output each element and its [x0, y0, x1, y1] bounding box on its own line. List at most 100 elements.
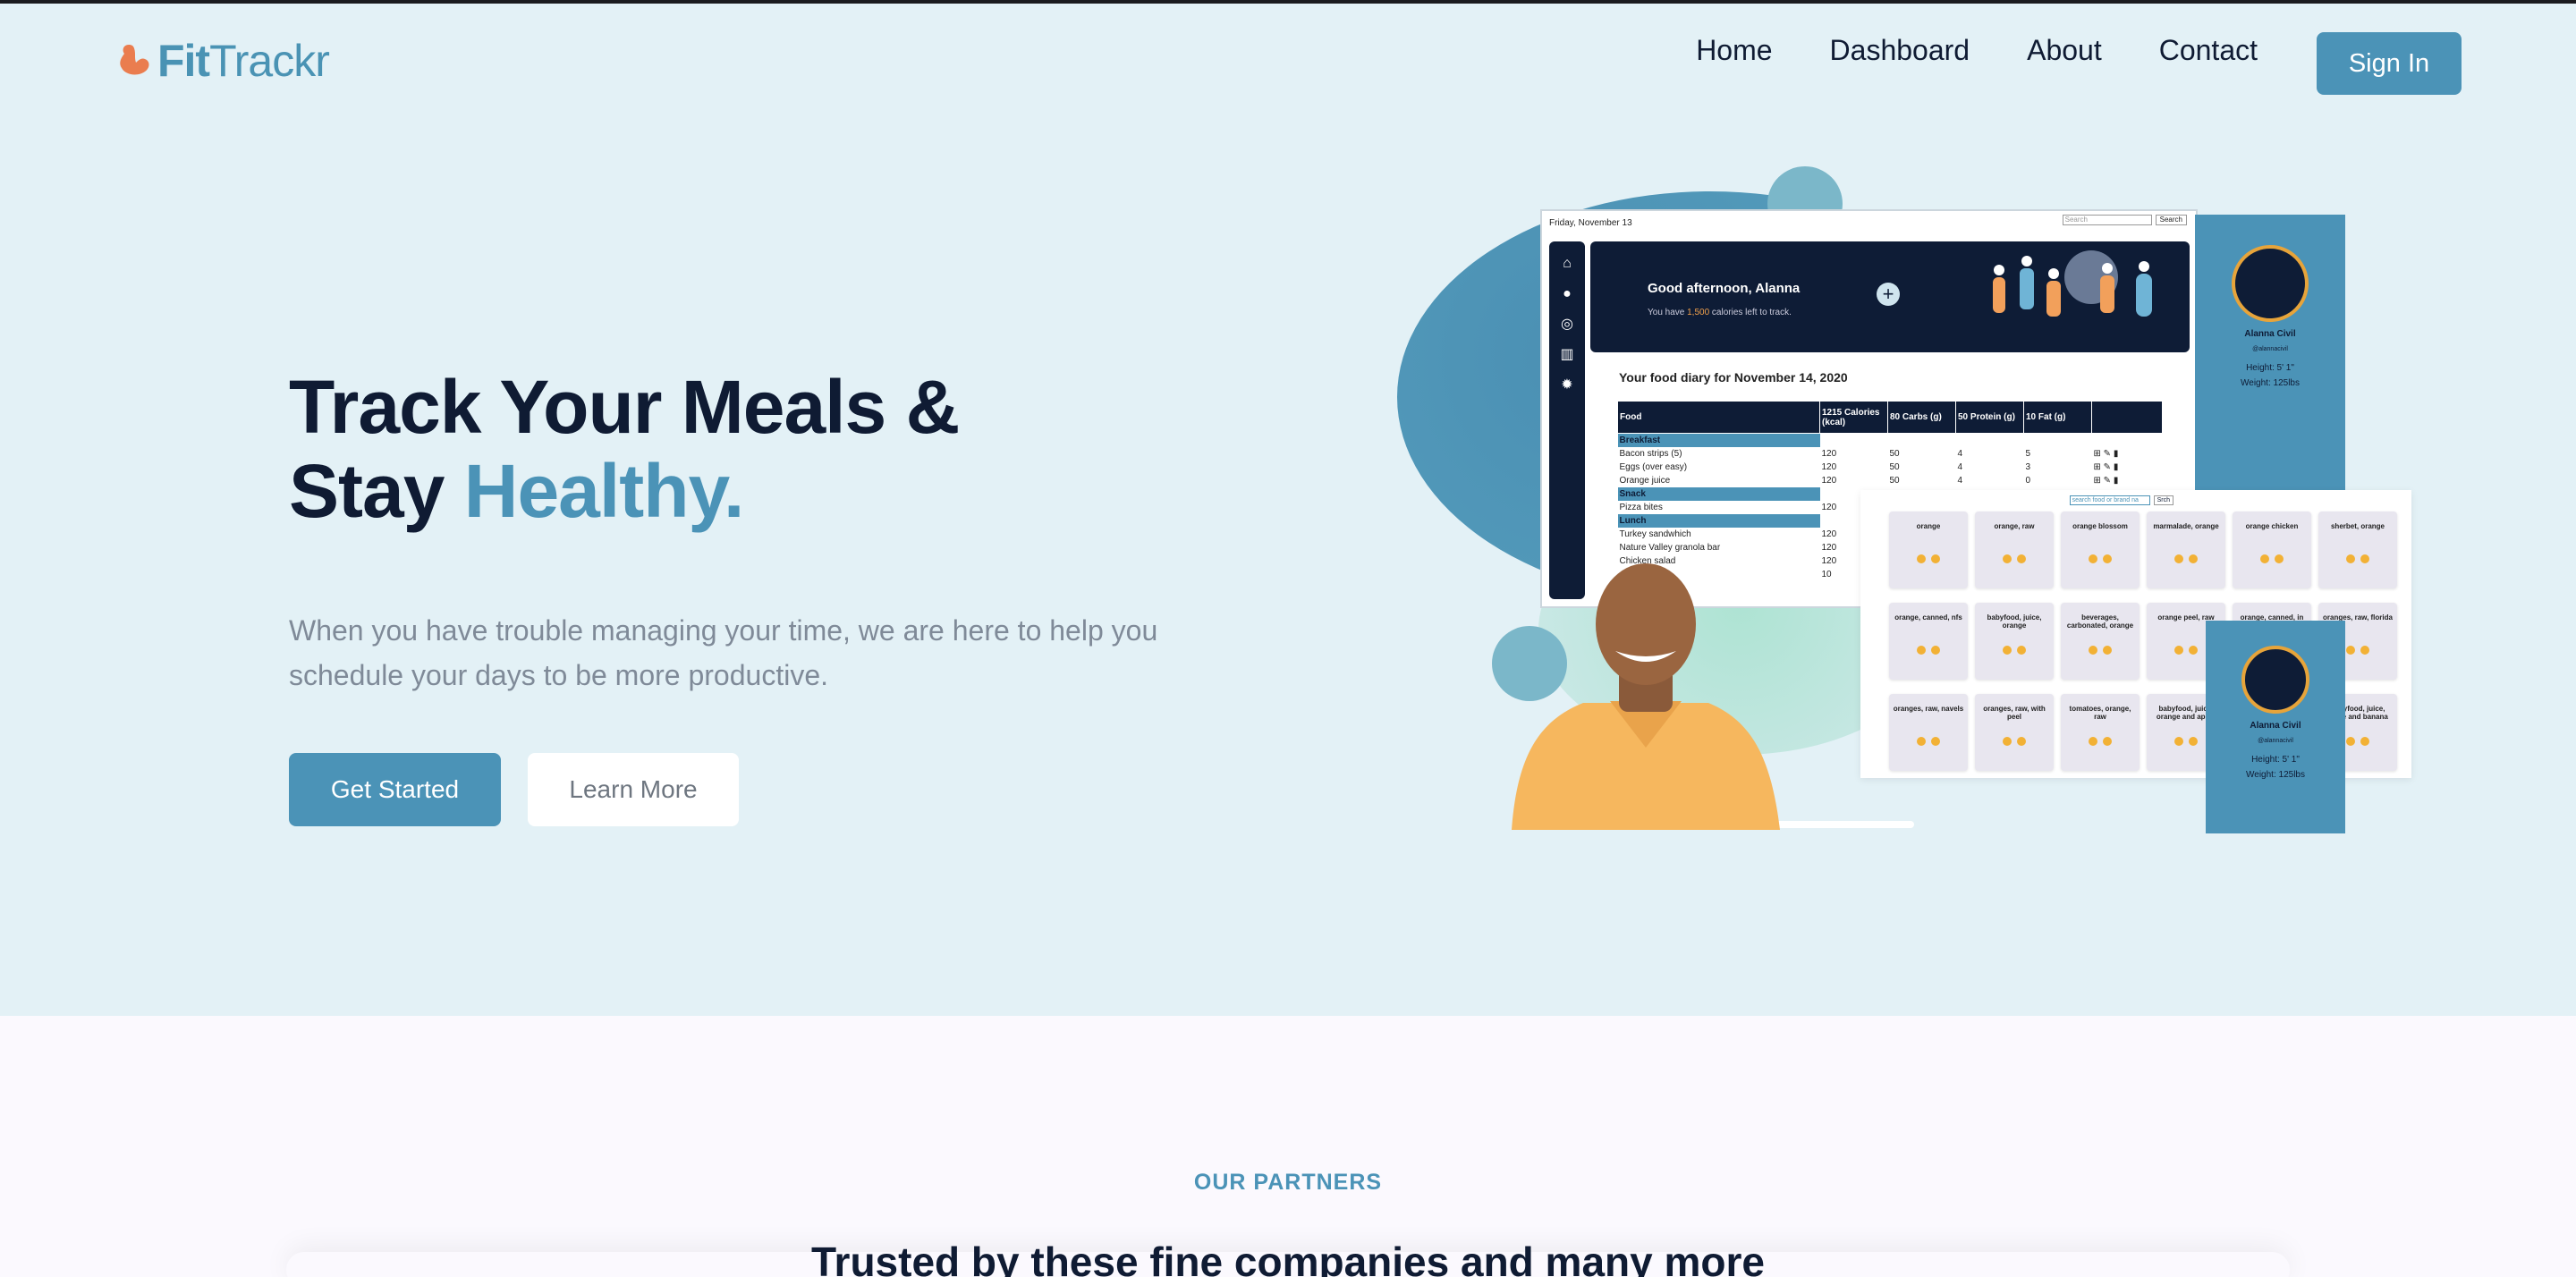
protein-cell: 4 [1957, 475, 1963, 486]
dot-icon [2103, 554, 2112, 563]
mockup-profile-card: Alanna Civil @alannacivil Height: 5' 1" … [2206, 621, 2345, 833]
nav-about[interactable]: About [2027, 34, 2102, 67]
dot-icon [2089, 646, 2097, 655]
carbs-cell: 50 [1889, 475, 1900, 486]
food-card-label: tomatoes, orange, raw [2069, 705, 2131, 721]
protein-cell: 4 [1957, 448, 1963, 459]
carbs-cell: 50 [1889, 448, 1900, 459]
nav-dashboard[interactable]: Dashboard [1830, 34, 1970, 67]
dot-icon [2017, 554, 2026, 563]
gear-icon: ✹ [1561, 377, 1573, 393]
rating-dots [1975, 554, 2054, 563]
column-header: 10 Fat (g) [2023, 401, 2092, 434]
learn-more-button[interactable]: Learn More [528, 753, 739, 826]
dot-icon [2360, 554, 2369, 563]
home-icon: ⌂ [1563, 256, 1572, 271]
food-cell: Orange juice [1619, 475, 1671, 486]
dashboard-icon: ◎ [1561, 317, 1573, 332]
dot-icon [2346, 646, 2355, 655]
rating-dots [2233, 554, 2311, 563]
rating-dots [1889, 646, 1968, 655]
cal-cell: 120 [1821, 461, 1837, 472]
fat-cell: 0 [2025, 475, 2031, 486]
food-card: oranges, raw, navels [1889, 694, 1968, 771]
mockup-profile-card: Alanna Civil @alannacivil Height: 5' 1" … [2195, 215, 2345, 492]
partners-label: OUR PARTNERS [1193, 1170, 1383, 1195]
avatar [2241, 646, 2309, 714]
flexed-arm-icon [120, 45, 149, 75]
table-row: Bacon strips (5) 120 50 4 5 ⊞ ✎ ▮ [1618, 447, 2163, 461]
dot-icon [2275, 554, 2284, 563]
rating-dots [1889, 554, 1968, 563]
hero-section: FitTrackr Home Dashboard About Contact S… [0, 4, 2576, 1016]
dot-icon [1931, 646, 1940, 655]
dot-icon [2346, 554, 2355, 563]
dot-icon [2017, 737, 2026, 746]
dot-icon [2189, 646, 2198, 655]
mockup-grid-search-button: Srch [2153, 495, 2174, 505]
column-header: Food [1617, 401, 1820, 434]
nav-contact[interactable]: Contact [2159, 34, 2258, 67]
calories-value: 1,500 [1687, 308, 1710, 317]
hero-subtext: When you have trouble managing your time… [289, 614, 1158, 691]
row-actions-icons: ⊞ ✎ ▮ [2093, 461, 2119, 472]
logo[interactable]: FitTrackr [116, 34, 330, 88]
profile-name: Alanna Civil [2244, 329, 2296, 339]
column-header: 80 Carbs (g) [1887, 401, 1956, 434]
avatar [2232, 245, 2309, 322]
food-card-label: oranges, raw, navels [1893, 705, 1964, 713]
user-icon: ● [1563, 286, 1572, 301]
mockup-search: Search Search [2062, 215, 2187, 225]
food-cell: Pizza bites [1619, 502, 1663, 512]
nav-home[interactable]: Home [1696, 34, 1772, 67]
column-header: 50 Protein (g) [1955, 401, 2024, 434]
main-nav: Home Dashboard About Contact [1696, 34, 2258, 67]
profile-height: Height: 5' 1" [2251, 755, 2300, 765]
column-header [2091, 401, 2163, 434]
dot-icon [2017, 646, 2026, 655]
group-label: Breakfast [1617, 433, 1820, 447]
dot-icon [1917, 554, 1926, 563]
rating-dots [2061, 737, 2140, 746]
protein-cell: 4 [1957, 461, 1963, 472]
rating-dots [1975, 737, 2054, 746]
profile-weight: Weight: 125lbs [2246, 770, 2305, 780]
table-row: Eggs (over easy) 120 50 4 3 ⊞ ✎ ▮ [1618, 461, 2163, 474]
dot-icon [1917, 646, 1926, 655]
dot-icon [2174, 554, 2183, 563]
get-started-button[interactable]: Get Started [289, 753, 501, 826]
food-card: orange, canned, nfs [1889, 603, 1968, 680]
food-card: orange chicken [2233, 512, 2311, 588]
mockup-search-input: Search [2062, 215, 2152, 225]
food-cell: Turkey sandwhich [1619, 529, 1691, 539]
dot-icon [1931, 554, 1940, 563]
calories-prefix: You have [1648, 308, 1688, 317]
profile-weight: Weight: 125lbs [2241, 378, 2300, 388]
partners-title: Trusted by these fine companies and many… [811, 1239, 1765, 1277]
mockup-grid-search-input: search food or brand na [2069, 495, 2150, 505]
dot-icon [2189, 554, 2198, 563]
dot-icon [2089, 554, 2097, 563]
carbs-cell: 50 [1889, 461, 1900, 472]
profile-name: Alanna Civil [2250, 721, 2301, 731]
dot-icon [2346, 737, 2355, 746]
dancing-people-illustration [1993, 250, 2152, 317]
mockup-greeting-banner: Good afternoon, Alanna You have 1,500 ca… [1590, 241, 2190, 352]
logo-text-regular: Trackr [209, 36, 330, 86]
rating-dots [1975, 646, 2054, 655]
dot-icon [2089, 737, 2097, 746]
hero-headline-line1: Track Your Meals & [289, 365, 960, 449]
dot-icon [2103, 646, 2112, 655]
logo-text: FitTrackr [157, 35, 330, 87]
table-row: Breakfast [1617, 433, 2163, 447]
dot-icon [2003, 737, 2012, 746]
food-cell: Eggs (over easy) [1619, 461, 1688, 472]
dot-icon [2260, 554, 2269, 563]
food-card-label: orange chicken [2245, 522, 2299, 530]
profile-handle: @alannacivil [2252, 346, 2288, 352]
mockup-greeting: Good afternoon, Alanna [1648, 281, 1801, 296]
sign-in-button[interactable]: Sign In [2317, 32, 2462, 95]
fat-cell: 5 [2025, 448, 2031, 459]
chart-icon: ▥ [1560, 347, 1574, 362]
food-card: beverages, carbonated, orange [2061, 603, 2140, 680]
